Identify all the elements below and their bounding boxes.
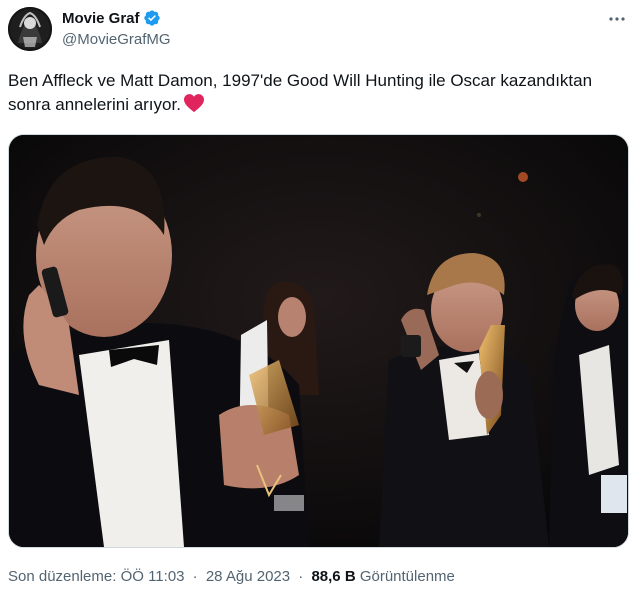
tweet-meta: Son düzenleme: ÖÖ 11:03 · 28 Ağu 2023 · … [8,568,455,585]
author-handle[interactable]: @MovieGrafMG [62,31,171,48]
author-name[interactable]: Movie Graf [62,10,140,27]
author-info: Movie Graf @MovieGrafMG [62,8,171,49]
more-options-icon[interactable] [606,10,628,28]
tweet-card: Movie Graf @MovieGrafMG Ben Affleck ve M… [0,0,635,591]
views-label: Görüntülenme [359,568,455,585]
tweet-text: Ben Affleck ve Matt Damon, 1997'de Good … [8,69,618,120]
tweet-photo[interactable] [8,134,629,548]
avatar[interactable] [8,7,52,51]
views-count: 88,6 B [311,568,356,585]
verified-badge-icon [143,9,161,27]
separator: · [192,568,198,585]
tweet-date[interactable]: 28 Ağu 2023 [206,568,290,585]
separator: · [298,568,304,585]
edited-timestamp[interactable]: Son düzenleme: ÖÖ 11:03 [8,568,185,585]
red-heart-icon [183,93,205,120]
tweet-text-body: Ben Affleck ve Matt Damon, 1997'de Good … [8,71,593,114]
